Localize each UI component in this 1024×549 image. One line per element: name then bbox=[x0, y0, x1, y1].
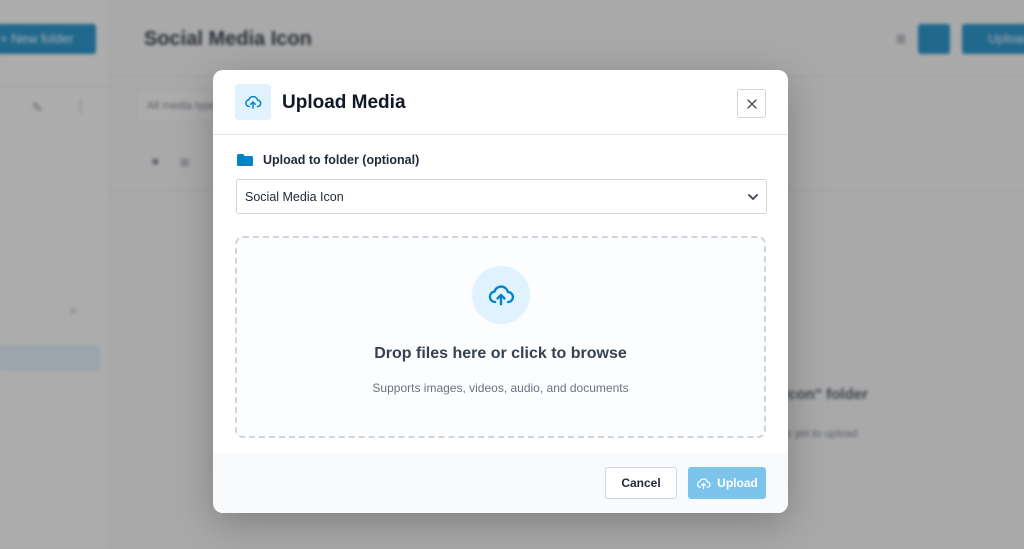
folder-select[interactable]: Social Media Icon bbox=[236, 179, 767, 214]
chevron-down-icon bbox=[748, 194, 758, 200]
folder-icon bbox=[237, 154, 253, 166]
upload-media-modal: Upload Media Upload to folder (optional)… bbox=[213, 70, 788, 513]
cloud-upload-icon bbox=[235, 84, 271, 120]
close-icon bbox=[746, 98, 757, 109]
modal-title: Upload Media bbox=[282, 92, 406, 113]
dropzone-title: Drop files here or click to browse bbox=[374, 345, 627, 362]
file-dropzone[interactable]: Drop files here or click to browse Suppo… bbox=[235, 236, 766, 438]
folder-label: Upload to folder (optional) bbox=[263, 153, 420, 167]
folder-select-value: Social Media Icon bbox=[245, 190, 344, 204]
modal-footer: Cancel Upload bbox=[213, 453, 788, 513]
folder-label-row: Upload to folder (optional) bbox=[236, 152, 419, 168]
close-button[interactable] bbox=[737, 89, 766, 118]
cloud-upload-icon bbox=[697, 477, 711, 489]
upload-button-label: Upload bbox=[717, 476, 758, 490]
upload-button[interactable]: Upload bbox=[688, 467, 766, 499]
dropzone-subtitle: Supports images, videos, audio, and docu… bbox=[372, 381, 629, 395]
cloud-upload-icon bbox=[472, 266, 530, 324]
modal-header: Upload Media bbox=[213, 70, 788, 135]
cancel-button[interactable]: Cancel bbox=[605, 467, 677, 499]
